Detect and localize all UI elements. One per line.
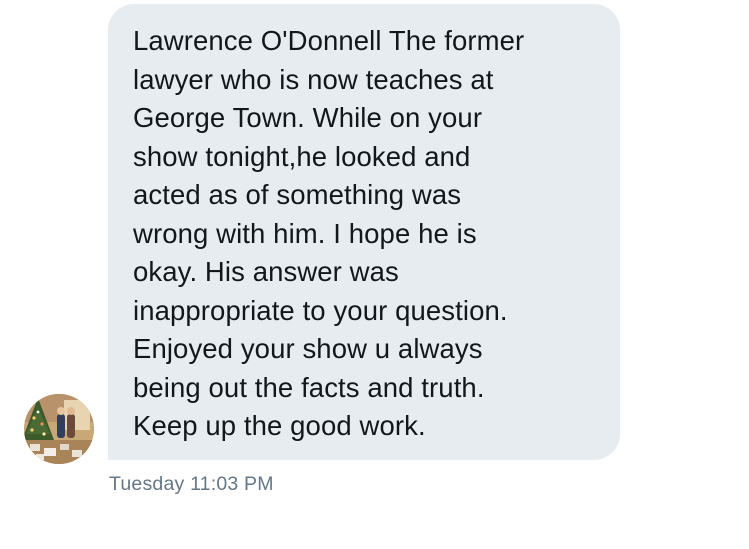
direct-message-view: Lawrence O'Donnell The former lawyer who… [0,0,749,549]
sender-avatar[interactable] [24,394,94,464]
message-timestamp: Tuesday 11:03 PM [109,473,274,495]
message-bubble[interactable]: Lawrence O'Donnell The former lawyer who… [108,4,620,460]
avatar-photo-icon [24,394,94,464]
message-text: Lawrence O'Donnell The former lawyer who… [133,25,525,441]
